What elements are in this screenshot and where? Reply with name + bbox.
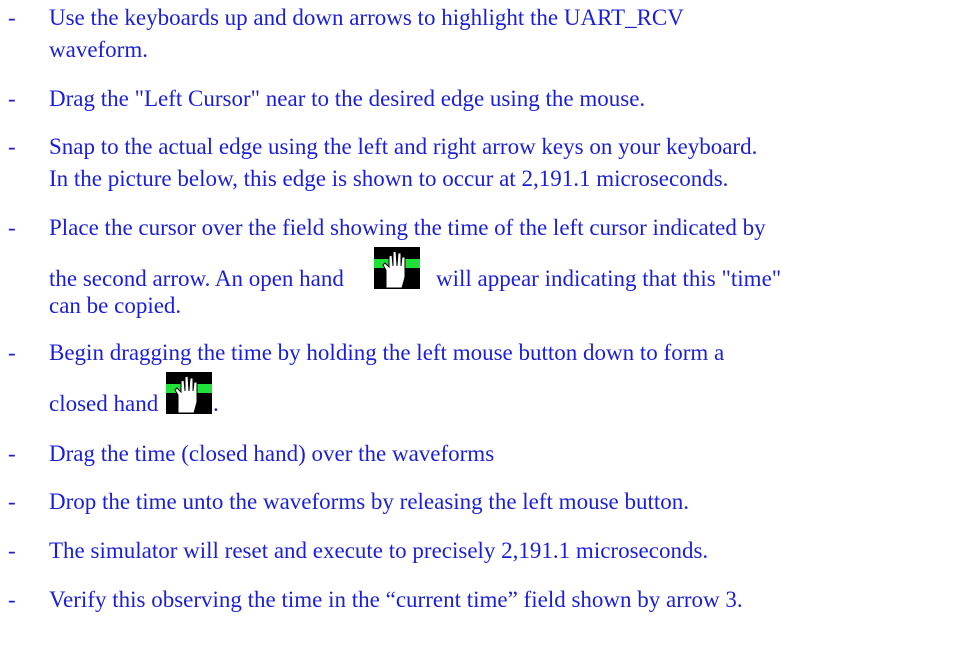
closed-hand-icon [166, 372, 212, 414]
bullet-dash: - [8, 587, 16, 612]
step-line: Place the cursor over the field showing … [49, 215, 766, 240]
step-text: Verify this observing the time in the “c… [49, 584, 964, 616]
step-line: . [213, 391, 219, 416]
step-text: Use the keyboards up and down arrows to … [49, 2, 964, 66]
step-line: Drop the time unto the waveforms by rele… [49, 489, 690, 514]
step-line: Verify this observing the time in the “c… [49, 587, 743, 612]
step-line: Use the keyboards up and down arrows to … [49, 5, 684, 30]
step-text: Snap to the actual edge using the left a… [49, 131, 964, 195]
step-line: Drag the "Left Cursor" near to the desir… [49, 86, 646, 111]
step-line: Begin dragging the time by holding the l… [49, 340, 725, 365]
step-line: Snap to the actual edge using the left a… [49, 134, 758, 159]
step-line: waveform. [49, 37, 148, 62]
bullet-dash: - [8, 489, 16, 514]
step-text: The simulator will reset and execute to … [49, 535, 964, 567]
open-hand-icon [374, 247, 420, 289]
step-text: Drag the "Left Cursor" near to the desir… [49, 83, 964, 115]
step-line: Drag the time (closed hand) over the wav… [49, 441, 495, 466]
bullet-dash: - [8, 134, 16, 159]
step-text: Drop the time unto the waveforms by rele… [49, 486, 964, 518]
bullet-dash: - [8, 5, 16, 30]
bullet-dash: - [8, 215, 16, 240]
step-line: The simulator will reset and execute to … [49, 538, 709, 563]
bullet-dash: - [8, 86, 16, 111]
step-line: closed hand [49, 391, 159, 416]
step-line: can be copied. [49, 293, 182, 318]
step-text: Drag the time (closed hand) over the wav… [49, 438, 964, 470]
bullet-dash: - [8, 538, 16, 563]
step-line: In the picture below, this edge is shown… [49, 166, 729, 191]
step-line: will appear indicating that this "time" [436, 266, 782, 291]
bullet-dash: - [8, 340, 16, 365]
bullet-dash: - [8, 441, 16, 466]
